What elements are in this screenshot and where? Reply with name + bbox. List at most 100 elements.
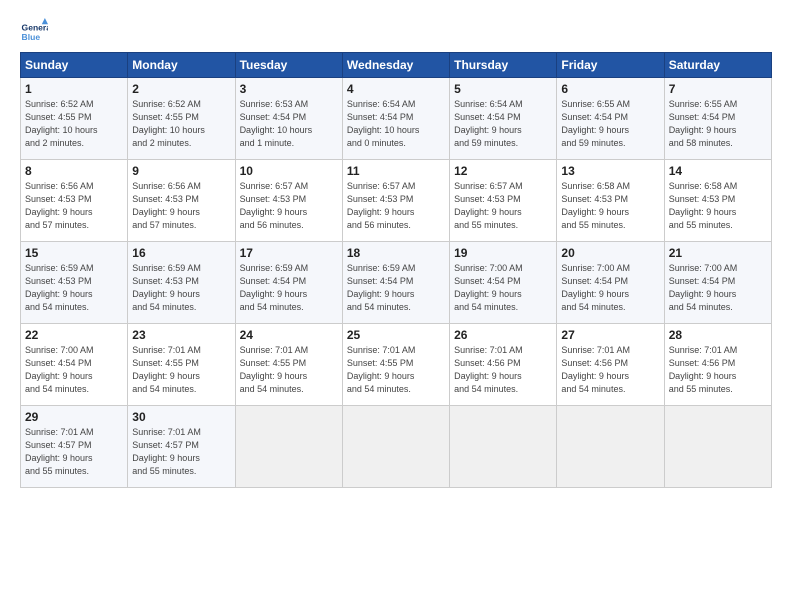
- day-cell: 28Sunrise: 7:01 AM Sunset: 4:56 PM Dayli…: [664, 324, 771, 406]
- day-detail: Sunrise: 7:00 AM Sunset: 4:54 PM Dayligh…: [669, 262, 767, 314]
- day-cell: 27 Sunrise: 7:01 AM Sunset: 4:56 PM Dayli…: [557, 324, 664, 406]
- day-cell: 19 Sunrise: 7:00 AM Sunset: 4:54 PM Dayli…: [450, 242, 557, 324]
- day-detail: Sunrise: 7:00 AM Sunset: 4:54 PM Dayligh…: [561, 262, 659, 314]
- day-detail: Sunrise: 7:00 AM Sunset: 4:54 PM Dayligh…: [25, 344, 123, 396]
- day-detail: Sunrise: 6:56 AM Sunset: 4:53 PM Dayligh…: [25, 180, 123, 232]
- day-detail: Sunrise: 6:59 AM Sunset: 4:54 PM Dayligh…: [240, 262, 338, 314]
- day-detail: Sunrise: 7:01 AM Sunset: 4:57 PM Dayligh…: [132, 426, 230, 478]
- day-detail: Sunrise: 6:56 AM Sunset: 4:53 PM Dayligh…: [132, 180, 230, 232]
- day-number: 28: [669, 328, 767, 342]
- day-number: 30: [132, 410, 230, 424]
- day-number: 2: [132, 82, 230, 96]
- svg-text:Blue: Blue: [22, 32, 41, 42]
- day-cell: 26 Sunrise: 7:01 AM Sunset: 4:56 PM Dayli…: [450, 324, 557, 406]
- day-cell: 25 Sunrise: 7:01 AM Sunset: 4:55 PM Dayli…: [342, 324, 449, 406]
- day-cell: 6Sunrise: 6:55 AM Sunset: 4:54 PM Daylig…: [557, 78, 664, 160]
- day-number: 22: [25, 328, 123, 342]
- day-number: 1: [25, 82, 123, 96]
- day-detail: Sunrise: 6:54 AM Sunset: 4:54 PM Dayligh…: [454, 98, 552, 150]
- day-number: 15: [25, 246, 123, 260]
- day-detail: Sunrise: 7:00 AM Sunset: 4:54 PM Dayligh…: [454, 262, 552, 314]
- day-cell: 15Sunrise: 6:59 AM Sunset: 4:53 PM Dayli…: [21, 242, 128, 324]
- day-number: 26: [454, 328, 552, 342]
- day-number: 16: [132, 246, 230, 260]
- day-detail: Sunrise: 6:58 AM Sunset: 4:53 PM Dayligh…: [669, 180, 767, 232]
- calendar-header: SundayMondayTuesdayWednesdayThursdayFrid…: [21, 53, 772, 78]
- header: General Blue: [20, 18, 772, 46]
- day-cell: 30 Sunrise: 7:01 AM Sunset: 4:57 PM Dayli…: [128, 406, 235, 488]
- day-detail: Sunrise: 7:01 AM Sunset: 4:56 PM Dayligh…: [561, 344, 659, 396]
- day-cell: 7 Sunrise: 6:55 AM Sunset: 4:54 PM Daylig…: [664, 78, 771, 160]
- day-number: 21: [669, 246, 767, 260]
- day-cell: 14Sunrise: 6:58 AM Sunset: 4:53 PM Dayli…: [664, 160, 771, 242]
- day-detail: Sunrise: 7:01 AM Sunset: 4:57 PM Dayligh…: [25, 426, 123, 478]
- day-cell: 20Sunrise: 7:00 AM Sunset: 4:54 PM Dayli…: [557, 242, 664, 324]
- day-detail: Sunrise: 6:55 AM Sunset: 4:54 PM Dayligh…: [669, 98, 767, 150]
- week-row-4: 22 Sunrise: 7:00 AM Sunset: 4:54 PM Dayli…: [21, 324, 772, 406]
- day-detail: Sunrise: 7:01 AM Sunset: 4:55 PM Dayligh…: [347, 344, 445, 396]
- day-number: 10: [240, 164, 338, 178]
- day-number: 7: [669, 82, 767, 96]
- day-cell: 9 Sunrise: 6:56 AM Sunset: 4:53 PM Daylig…: [128, 160, 235, 242]
- day-number: 24: [240, 328, 338, 342]
- day-detail: Sunrise: 6:53 AM Sunset: 4:54 PM Dayligh…: [240, 98, 338, 150]
- day-cell: [557, 406, 664, 488]
- day-cell: 12 Sunrise: 6:57 AM Sunset: 4:53 PM Dayli…: [450, 160, 557, 242]
- day-cell: [450, 406, 557, 488]
- day-number: 25: [347, 328, 445, 342]
- calendar-page: General Blue SundayMondayTuesdayWednesda…: [0, 0, 792, 612]
- day-detail: Sunrise: 6:57 AM Sunset: 4:53 PM Dayligh…: [454, 180, 552, 232]
- col-header-monday: Monday: [128, 53, 235, 78]
- day-number: 8: [25, 164, 123, 178]
- day-detail: Sunrise: 6:57 AM Sunset: 4:53 PM Dayligh…: [347, 180, 445, 232]
- week-row-2: 8 Sunrise: 6:56 AM Sunset: 4:53 PM Daylig…: [21, 160, 772, 242]
- day-cell: 11 Sunrise: 6:57 AM Sunset: 4:53 PM Dayli…: [342, 160, 449, 242]
- calendar-table: SundayMondayTuesdayWednesdayThursdayFrid…: [20, 52, 772, 488]
- day-number: 19: [454, 246, 552, 260]
- day-number: 29: [25, 410, 123, 424]
- day-cell: 5 Sunrise: 6:54 AM Sunset: 4:54 PM Daylig…: [450, 78, 557, 160]
- day-cell: 10 Sunrise: 6:57 AM Sunset: 4:53 PM Dayli…: [235, 160, 342, 242]
- day-cell: 4Sunrise: 6:54 AM Sunset: 4:54 PM Daylig…: [342, 78, 449, 160]
- day-cell: 16Sunrise: 6:59 AM Sunset: 4:53 PM Dayli…: [128, 242, 235, 324]
- day-number: 23: [132, 328, 230, 342]
- col-header-saturday: Saturday: [664, 53, 771, 78]
- day-cell: 1 Sunrise: 6:52 AM Sunset: 4:55 PM Daylig…: [21, 78, 128, 160]
- day-number: 11: [347, 164, 445, 178]
- day-number: 3: [240, 82, 338, 96]
- day-detail: Sunrise: 7:01 AM Sunset: 4:56 PM Dayligh…: [454, 344, 552, 396]
- day-detail: Sunrise: 7:01 AM Sunset: 4:55 PM Dayligh…: [132, 344, 230, 396]
- day-cell: [664, 406, 771, 488]
- day-cell: [235, 406, 342, 488]
- day-cell: 18 Sunrise: 6:59 AM Sunset: 4:54 PM Dayli…: [342, 242, 449, 324]
- day-detail: Sunrise: 6:52 AM Sunset: 4:55 PM Dayligh…: [132, 98, 230, 150]
- day-number: 18: [347, 246, 445, 260]
- col-header-tuesday: Tuesday: [235, 53, 342, 78]
- day-detail: Sunrise: 6:52 AM Sunset: 4:55 PM Dayligh…: [25, 98, 123, 150]
- day-cell: 3 Sunrise: 6:53 AM Sunset: 4:54 PM Daylig…: [235, 78, 342, 160]
- day-detail: Sunrise: 6:59 AM Sunset: 4:54 PM Dayligh…: [347, 262, 445, 314]
- day-cell: 22 Sunrise: 7:00 AM Sunset: 4:54 PM Dayli…: [21, 324, 128, 406]
- day-cell: [342, 406, 449, 488]
- day-cell: 21 Sunrise: 7:00 AM Sunset: 4:54 PM Dayli…: [664, 242, 771, 324]
- col-header-wednesday: Wednesday: [342, 53, 449, 78]
- week-row-1: 1 Sunrise: 6:52 AM Sunset: 4:55 PM Daylig…: [21, 78, 772, 160]
- day-number: 5: [454, 82, 552, 96]
- day-cell: 24 Sunrise: 7:01 AM Sunset: 4:55 PM Dayli…: [235, 324, 342, 406]
- day-detail: Sunrise: 6:57 AM Sunset: 4:53 PM Dayligh…: [240, 180, 338, 232]
- day-detail: Sunrise: 6:58 AM Sunset: 4:53 PM Dayligh…: [561, 180, 659, 232]
- day-cell: 2 Sunrise: 6:52 AM Sunset: 4:55 PM Daylig…: [128, 78, 235, 160]
- logo-icon: General Blue: [20, 18, 48, 46]
- day-cell: 8 Sunrise: 6:56 AM Sunset: 4:53 PM Daylig…: [21, 160, 128, 242]
- day-number: 6: [561, 82, 659, 96]
- day-number: 12: [454, 164, 552, 178]
- col-header-sunday: Sunday: [21, 53, 128, 78]
- day-number: 4: [347, 82, 445, 96]
- day-number: 17: [240, 246, 338, 260]
- day-number: 9: [132, 164, 230, 178]
- week-row-5: 29 Sunrise: 7:01 AM Sunset: 4:57 PM Dayli…: [21, 406, 772, 488]
- logo: General Blue: [20, 18, 52, 46]
- col-header-friday: Friday: [557, 53, 664, 78]
- day-number: 27: [561, 328, 659, 342]
- day-detail: Sunrise: 7:01 AM Sunset: 4:55 PM Dayligh…: [240, 344, 338, 396]
